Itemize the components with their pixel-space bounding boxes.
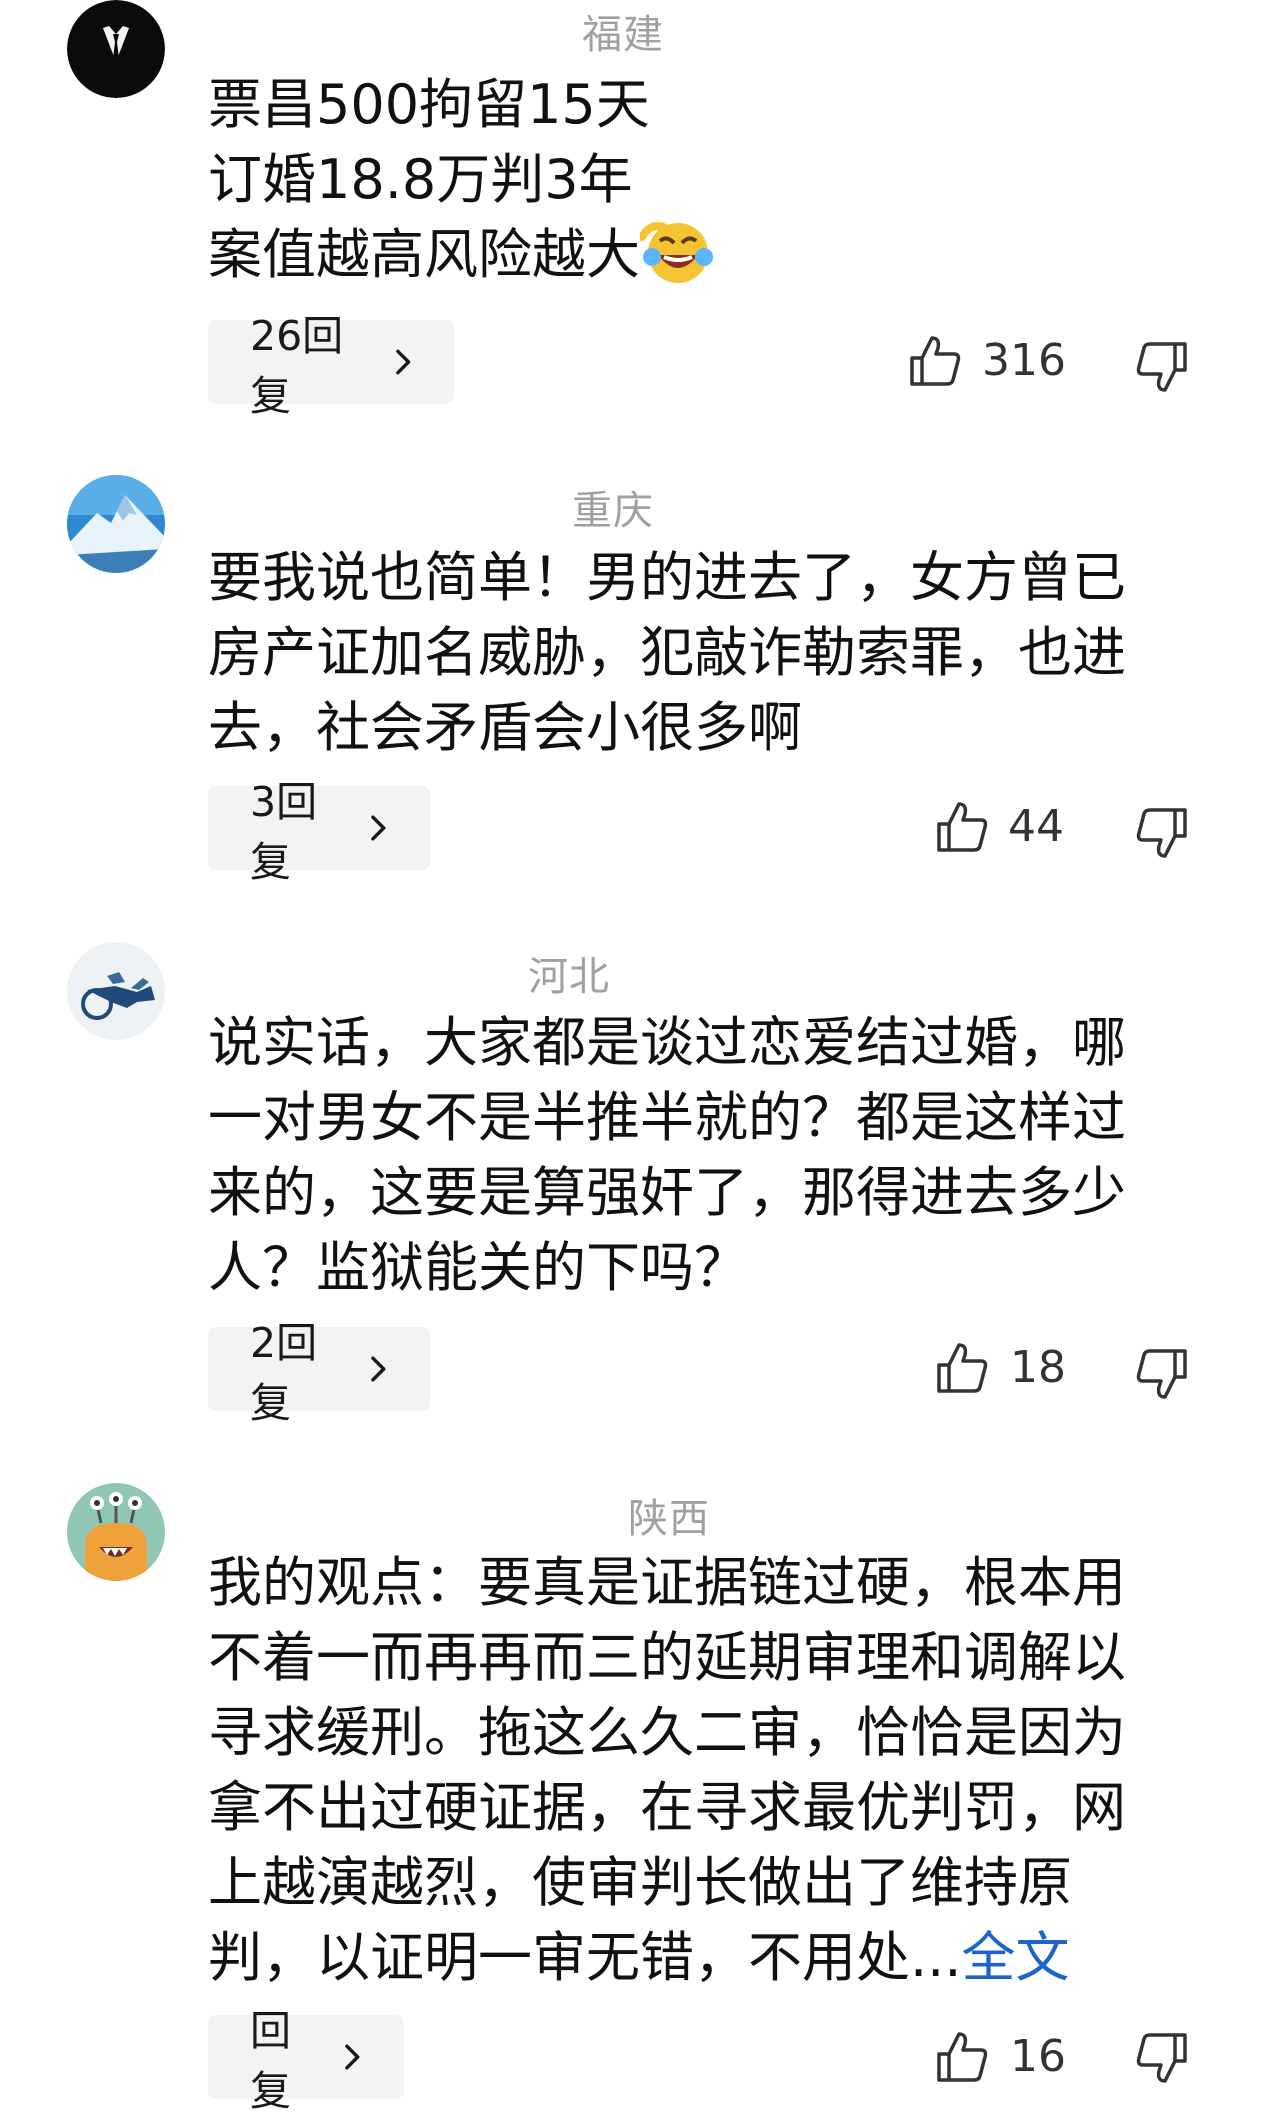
mountain-avatar-icon [67,475,165,573]
comment-line: 房产证加名威胁，犯敲诈勒索罪，也进 [208,621,1126,684]
chevron-right-icon [371,815,386,841]
comment-location: 陕西 [628,1496,710,1542]
comment-line: 上越演越烈，使审判长做出了维持原 [208,1851,1072,1914]
comment-line: 寻求缓刑。拖这么久二审，恰恰是因为 [208,1701,1126,1764]
comment-line: 人？监狱能关的下吗？ [208,1236,748,1299]
avatar[interactable] [67,475,165,573]
comment-location: 河北 [528,954,610,1000]
comment-line-text: 判，以证明一审无错，不用处... [208,1926,962,1989]
comment-text: 说实话，大家都是谈过恋爱结过婚，哪 一对男女不是半推半就的？都是这样过 来的，这… [208,1005,1168,1305]
comment-line: 不着一而再再而三的延期审理和调解以 [208,1626,1126,1689]
comment-text: 要我说也简单！男的进去了，女方曾已 房产证加名威胁，犯敲诈勒索罪，也进 去，社会… [208,540,1168,765]
avatar[interactable] [67,1483,165,1581]
thumbs-up-icon[interactable] [935,1341,989,1395]
thumbs-down-icon[interactable] [1135,806,1189,860]
comment-line: 票昌500拘留15天 [208,73,650,136]
laughing-emoji-icon [638,222,713,283]
like-count: 16 [1010,2031,1066,2082]
replies-button[interactable]: 26回复 [208,312,454,420]
comment-text: 我的观点：要真是证据链过硬，根本用 不着一而再再而三的延期审理和调解以 寻求缓刑… [208,1545,1168,1995]
replies-button[interactable]: 3回复 [208,778,430,886]
chevron-right-icon [395,349,410,375]
avatar[interactable] [67,0,165,98]
suit-avatar-icon [67,0,165,98]
thumbs-up-icon[interactable] [935,800,989,854]
replies-count: 回复 [250,2007,291,2115]
replies-button[interactable]: 2回复 [208,1319,430,1427]
replies-button[interactable]: 回复 [208,2007,404,2115]
comment-location: 重庆 [572,488,654,534]
comment-line: 去，社会矛盾会小很多啊 [208,696,802,759]
comment-line: 一对男女不是半推半就的？都是这样过 [208,1086,1126,1149]
thumbs-down-icon[interactable] [1135,2031,1189,2085]
like-count: 316 [982,335,1066,386]
thumbs-up-icon[interactable] [908,334,962,388]
comment-line: 判，以证明一审无错，不用处...全文 [208,1920,1168,1995]
thumbs-up-icon[interactable] [935,2030,989,2084]
monster-avatar-icon [67,1483,165,1581]
thumbs-down-icon[interactable] [1135,340,1189,394]
comment-line: 拿不出过硬证据，在寻求最优判罚，网 [208,1776,1126,1839]
thumbs-down-icon[interactable] [1135,1347,1189,1401]
comment-line: 我的观点：要真是证据链过硬，根本用 [208,1551,1126,1614]
comment-line: 要我说也简单！男的进去了，女方曾已 [208,546,1126,609]
chevron-right-icon [345,2044,360,2070]
comment-line: 案值越高风险越大 [208,217,1168,292]
chevron-right-icon [371,1356,386,1382]
comment-text: 票昌500拘留15天 订婚18.8万判3年 案值越高风险越大 [208,67,1168,292]
avatar[interactable] [67,942,165,1040]
replies-count: 26回复 [250,312,344,420]
comment-line-text: 案值越高风险越大 [208,223,640,286]
comment-location: 福建 [582,12,664,58]
comment-line: 说实话，大家都是谈过恋爱结过婚，哪 [208,1011,1126,1074]
full-text-link[interactable]: 全文 [962,1926,1070,1989]
like-count: 18 [1010,1342,1066,1393]
replies-count: 2回复 [250,1319,318,1427]
comment-line: 订婚18.8万判3年 [208,148,633,211]
like-count: 44 [1008,801,1064,852]
replies-count: 3回复 [250,778,318,886]
chariot-avatar-icon [67,942,165,1040]
comment-line: 来的，这要是算强奸了，那得进去多少 [208,1161,1126,1224]
